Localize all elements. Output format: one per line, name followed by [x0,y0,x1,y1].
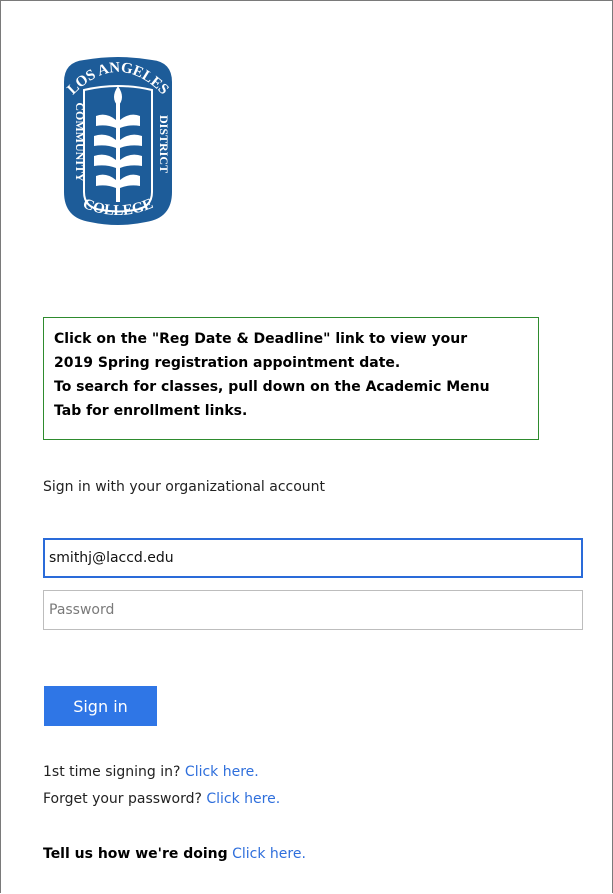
notice-line-1: Click on the "Reg Date & Deadline" link … [54,331,468,347]
feedback-help: Tell us how we're doing Click here. [43,846,306,862]
password-input[interactable] [43,590,583,630]
username-input[interactable] [43,538,583,578]
first-time-link[interactable]: Click here. [185,764,259,780]
logo-text-left: COMMUNITY [73,102,87,182]
registration-notice: Click on the "Reg Date & Deadline" link … [43,317,539,440]
feedback-text: Tell us how we're doing [43,846,228,862]
first-time-text: 1st time signing in? [43,764,181,780]
first-time-help: 1st time signing in? Click here. [43,764,259,780]
signin-button[interactable]: Sign in [44,686,157,726]
laccd-logo: LOS ANGELES COMMUNITY DISTRICT COLLEGE [50,52,186,228]
notice-line-2: 2019 Spring registration appointment dat… [54,355,401,371]
notice-line-4: Tab for enrollment links. [54,403,248,419]
forgot-password-text: Forget your password? [43,791,202,807]
signin-subtitle: Sign in with your organizational account [43,479,326,495]
forgot-password-help: Forget your password? Click here. [43,791,280,807]
logo-text-right: DISTRICT [157,115,171,173]
notice-line-3: To search for classes, pull down on the … [54,379,490,395]
forgot-password-link[interactable]: Click here. [206,791,280,807]
feedback-link[interactable]: Click here. [232,846,306,862]
